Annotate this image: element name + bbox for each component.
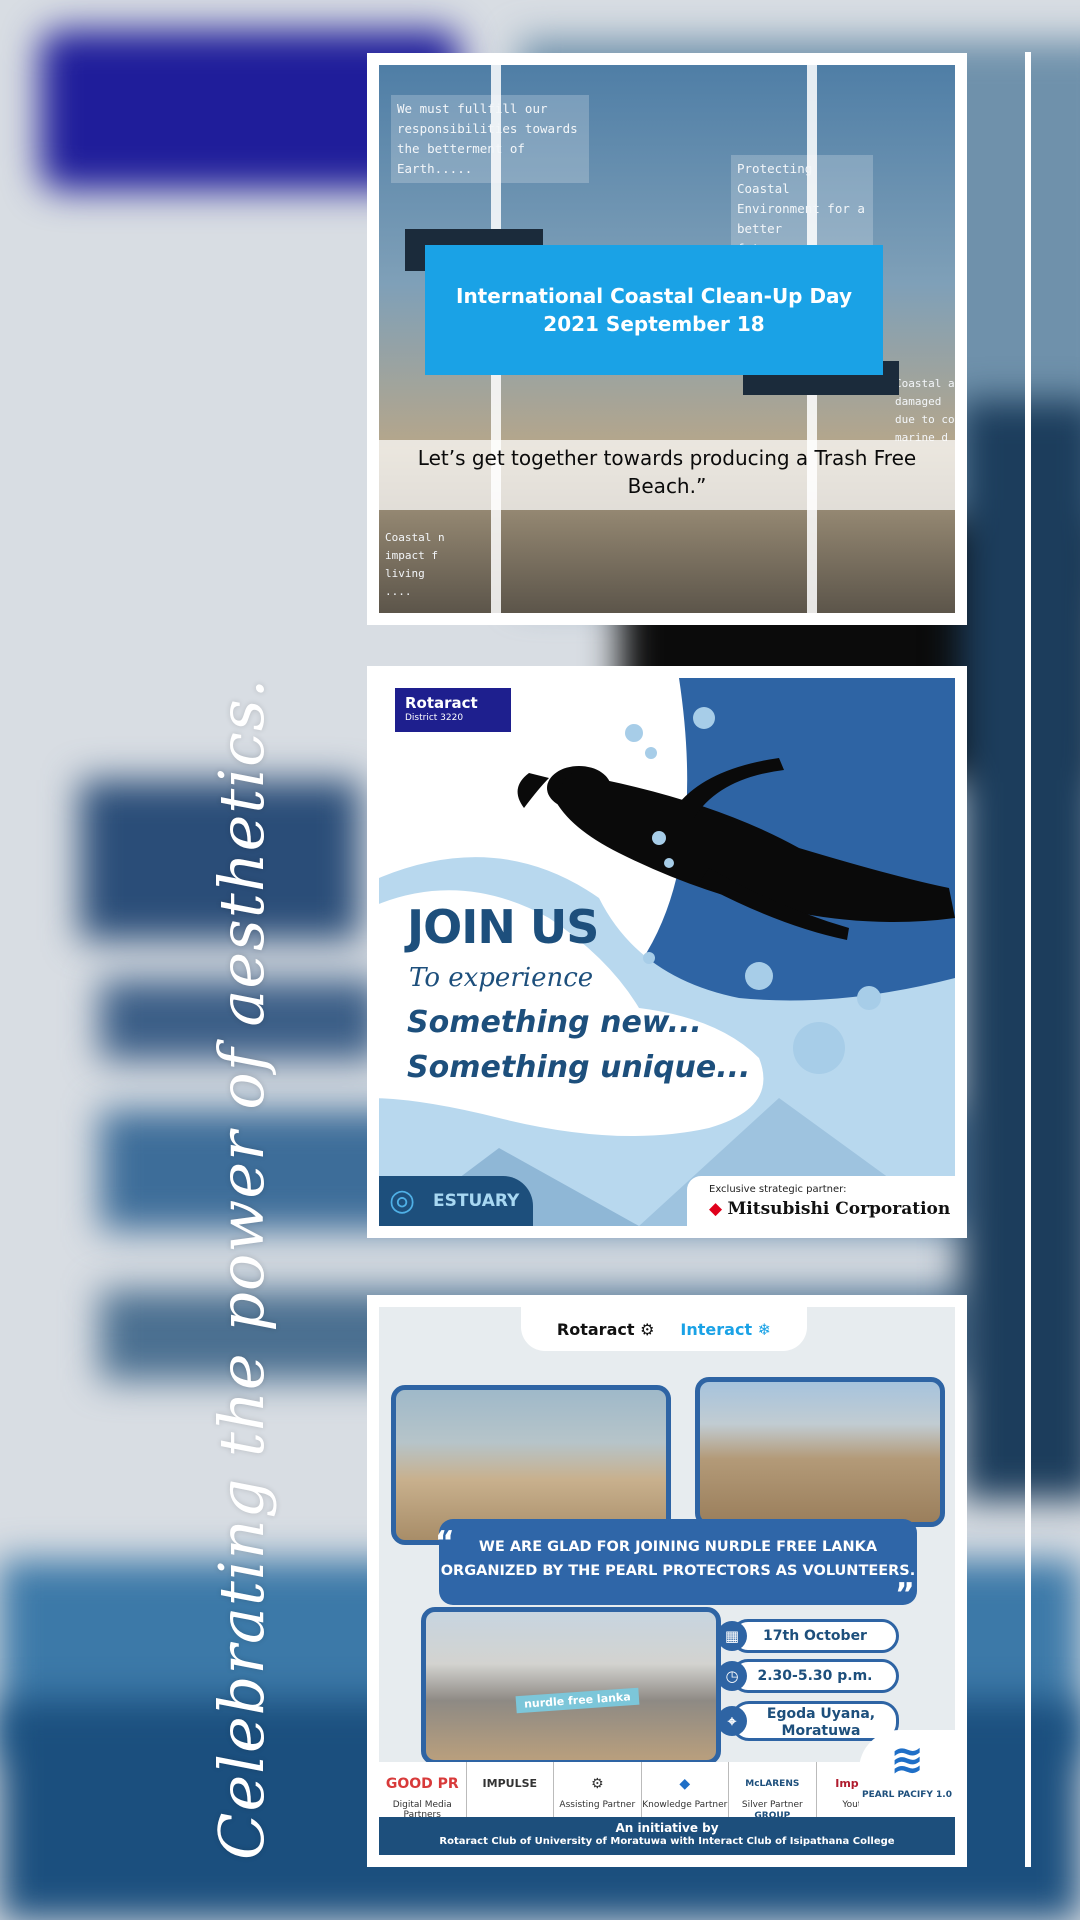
event-date: 2021 September 18	[543, 312, 765, 336]
partner-role: Silver Partner	[741, 1800, 803, 1810]
partner-name: Mitsubishi Corporation	[727, 1199, 951, 1219]
nurdle-banner: nurdle free lanka	[515, 1687, 640, 1714]
close-quote-icon: ”	[895, 1577, 915, 1612]
note-left-lower: Coastal n impact f living ....	[385, 531, 445, 598]
swirl-icon: ◎	[389, 1183, 416, 1218]
event-banner: International Coastal Clean-Up Day 2021 …	[425, 245, 883, 375]
tagline-lines: Something new... Something unique...	[407, 1000, 750, 1090]
date-pill: ▦ 17th October	[717, 1619, 899, 1653]
interact-text: Interact	[680, 1319, 753, 1339]
pearl-pacify-label: PEARL PACIFY 1.0	[862, 1790, 952, 1800]
time-pill: ◷ 2.30-5.30 p.m.	[717, 1659, 899, 1693]
initiative-footer: An initiative by Rotaract Club of Univer…	[379, 1817, 955, 1855]
something-new-text: Something new...	[407, 1005, 702, 1040]
vertical-divider	[1025, 52, 1031, 1867]
mitsubishi-logo: ◆ Mitsubishi Corporation	[709, 1199, 955, 1219]
calendar-icon: ▦	[717, 1621, 747, 1651]
event-date: 17th October	[763, 1628, 867, 1644]
rotaract-label: Rotaract	[405, 694, 478, 712]
volunteers-photo-2	[695, 1377, 945, 1527]
event-time: 2.30-5.30 p.m.	[757, 1668, 873, 1684]
post-card-nurdle-free-lanka[interactable]: Rotaract ⚙ Interact ❄ WE ARE GLAD FOR JO…	[367, 1295, 967, 1867]
coastal-cleanup-image: We must fullfill our responsibilities to…	[379, 65, 955, 613]
estuary-logo: ◎ ESTUARY	[379, 1176, 533, 1226]
mclarens-logo: McLARENS GROUP	[745, 1779, 800, 1821]
tagline: Celebrating the power of aesthetics.	[205, 677, 278, 1860]
partner-label: Exclusive strategic partner:	[709, 1184, 847, 1195]
estuary-label: ESTUARY	[433, 1191, 520, 1211]
quote-banner: WE ARE GLAD FOR JOINING NURDLE FREE LANK…	[439, 1519, 917, 1605]
rotaract-text: Rotaract	[556, 1319, 635, 1339]
initiative-title: An initiative by	[615, 1821, 719, 1835]
note-left: We must fullfill our responsibilities to…	[391, 95, 589, 183]
club-logos: Rotaract ⚙ Interact ❄	[521, 1307, 807, 1351]
post-card-join-us[interactable]: Rotaract District 3220 JOIN US To experi…	[367, 666, 967, 1238]
impulse-logo: IMPULSE	[482, 1777, 538, 1790]
location-pin-icon: ⌖	[717, 1706, 747, 1736]
trash-free-message: Let’s get together towards producing a T…	[379, 440, 955, 510]
knowledge-logo-icon: ◆	[679, 1776, 691, 1792]
pearl-pacify-logo: ≋ PEARL PACIFY 1.0	[859, 1730, 955, 1828]
event-title: International Coastal Clean-Up Day	[456, 284, 852, 308]
three-diamonds-icon: ◆	[709, 1199, 723, 1219]
group-photo: nurdle free lanka	[421, 1607, 721, 1765]
good-pr-logo: GOOD PR	[385, 1776, 459, 1792]
experience-text: To experience	[409, 963, 594, 993]
something-unique-text: Something unique...	[407, 1050, 751, 1085]
post-card-coastal-cleanup[interactable]: We must fullfill our responsibilities to…	[367, 53, 967, 625]
join-us-heading: JOIN US	[407, 900, 599, 954]
district-label: District 3220	[405, 713, 464, 723]
snowflake-icon: ❄	[757, 1319, 772, 1339]
mitsubishi-partner: Exclusive strategic partner: ◆ Mitsubish…	[687, 1176, 955, 1226]
clock-icon: ◷	[717, 1661, 747, 1691]
interact-logo: Interact ❄	[680, 1320, 771, 1339]
partner-role: Knowledge Partner	[642, 1800, 728, 1810]
rotaract-logo: Rotaract ⚙	[557, 1320, 655, 1339]
rotaract-district-badge: Rotaract District 3220	[395, 688, 511, 732]
rotary-wheel-icon: ⚙	[640, 1319, 655, 1339]
gear-icon: ⚙	[591, 1776, 604, 1792]
join-us-image: Rotaract District 3220 JOIN US To experi…	[379, 678, 955, 1226]
initiative-body: Rotaract Club of University of Moratuwa …	[439, 1836, 895, 1847]
wave-icon: ≋	[890, 1737, 924, 1783]
open-quote-icon: “	[435, 1525, 455, 1560]
nurdle-free-image: Rotaract ⚙ Interact ❄ WE ARE GLAD FOR JO…	[379, 1307, 955, 1855]
partner-role: Assisting Partner	[559, 1800, 636, 1810]
